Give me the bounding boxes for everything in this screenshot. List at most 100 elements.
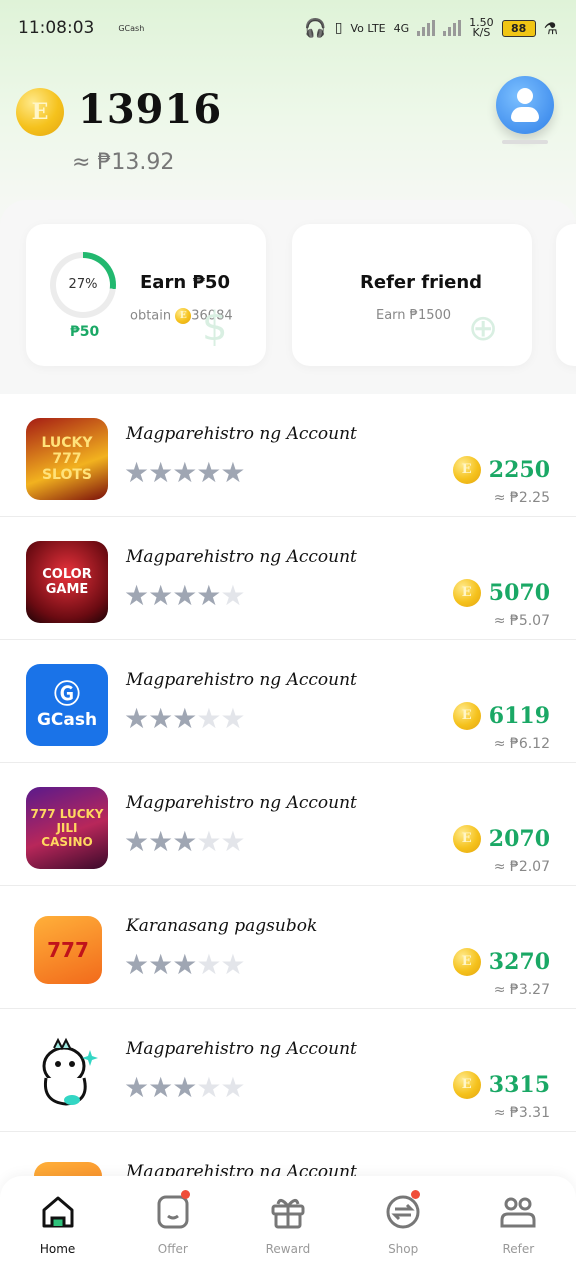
task-peso: ≈ ₱2.07 (493, 859, 550, 875)
tab-reward[interactable]: Reward (243, 1192, 333, 1280)
promo-cards-section: 27% ₱50 Earn ₱50 obtain E 36084 $ Refer f… (0, 200, 576, 390)
task-reward: E 3315 (452, 1071, 550, 1099)
task-coins: 2070 (488, 826, 550, 852)
gcash-logo-icon: Ⓖ (53, 680, 80, 710)
coin-icon: E (452, 702, 481, 730)
users-icon (500, 1197, 536, 1228)
app-icon-lucky-cat: 777 (34, 916, 102, 984)
task-reward: E 3270 (452, 948, 550, 976)
coin-icon: E (16, 88, 64, 136)
home-icon (42, 1196, 74, 1228)
task-title: Magparehistro ng Account (126, 424, 357, 444)
dinosaur-mascot-icon (42, 1037, 98, 1106)
headphones-icon: 🎧 (304, 17, 327, 39)
status-icons: 🎧 ▯ Vo LTE 4G 1.50 K/S 88 ⚗ (304, 17, 558, 39)
task-reward: E 2070 (452, 825, 550, 853)
coin-icon: E (452, 948, 481, 976)
task-peso: ≈ ₱3.27 (493, 982, 550, 998)
add-user-icon: ⊕ (468, 308, 499, 349)
app-icon-lucky-jili: 777 LUCKY JILI CASINO (26, 787, 108, 869)
list-item[interactable]: LUCKY 777 SLOTS Magparehistro ng Account… (0, 394, 576, 517)
bottom-tab-bar: Home Offer Reward Shop Refer (0, 1176, 576, 1280)
vibrate-icon: ▯ (334, 20, 343, 36)
task-peso: ≈ ₱6.12 (493, 736, 550, 752)
tab-refer[interactable]: Refer (473, 1192, 563, 1280)
task-reward: E 5070 (452, 579, 550, 607)
task-peso: ≈ ₱5.07 (493, 613, 550, 629)
tab-label: Shop (388, 1242, 419, 1256)
progress-reward-label: ₱50 (70, 324, 100, 340)
refer-card-sub: Earn ₱1500 (376, 308, 452, 323)
rating-stars: ★★★★★ (124, 579, 246, 612)
avatar-body-icon (511, 107, 539, 122)
app-icon-mascot (26, 1033, 108, 1115)
task-coins: 3315 (488, 1072, 550, 1098)
status-app-label: GCash (118, 23, 145, 33)
app-icon-text: COLOR GAME (42, 567, 92, 597)
list-item[interactable]: 777 Karanasang pagsubok ★★★★★ E 3270 ≈ ₱3… (0, 886, 576, 1009)
more-card-peek[interactable] (556, 224, 576, 366)
signal-icon (417, 20, 436, 36)
gift-icon (271, 1199, 305, 1229)
coin-icon: E (452, 456, 481, 484)
task-coins: 6119 (488, 703, 550, 729)
task-coins: 3270 (488, 949, 550, 975)
rating-stars: ★★★★★ (124, 948, 246, 981)
task-title: Magparehistro ng Account (126, 547, 357, 567)
task-reward: E 2250 (452, 456, 550, 484)
app-icon-text: LUCKY 777 SLOTS (41, 435, 93, 483)
network-type: 4G (393, 21, 410, 35)
task-reward: E 6119 (452, 702, 550, 730)
profile-avatar-button[interactable] (496, 76, 554, 144)
app-icon-lucky-slots: LUCKY 777 SLOTS (26, 418, 108, 500)
app-icon-text: GCash (36, 710, 98, 730)
flask-icon: ⚗ (543, 18, 558, 38)
task-title: Magparehistro ng Account (126, 1039, 357, 1059)
list-item[interactable]: 777 LUCKY JILI CASINO Magparehistro ng A… (0, 763, 576, 886)
list-item[interactable]: COLOR GAME Magparehistro ng Account ★★★★… (0, 517, 576, 640)
list-item[interactable]: Ⓖ GCash Magparehistro ng Account ★★★★★ E… (0, 640, 576, 763)
earn-card[interactable]: 27% ₱50 Earn ₱50 obtain E 36084 $ (26, 224, 266, 366)
task-title: Magparehistro ng Account (126, 793, 357, 813)
app-icon-text: 777 LUCKY JILI CASINO (30, 807, 104, 849)
tab-label: Home (39, 1242, 76, 1256)
obtain-label: obtain (130, 308, 172, 324)
money-stack-icon: $ (202, 304, 228, 350)
signal-icon-2 (443, 20, 462, 36)
progress-label: 27% (56, 258, 110, 312)
app-icon-gcash: Ⓖ GCash (26, 664, 108, 746)
coin-icon: E (452, 825, 481, 853)
avatar-head-icon (517, 88, 533, 104)
battery-icon: 88 (501, 19, 536, 37)
task-coins: 5070 (488, 580, 550, 606)
task-title: Magparehistro ng Account (126, 670, 357, 690)
tab-offer[interactable]: Offer (128, 1190, 218, 1280)
rating-stars: ★★★★★ (124, 456, 246, 489)
task-peso: ≈ ₱2.25 (493, 490, 550, 506)
coin-icon: E (175, 308, 192, 324)
tab-home[interactable]: Home (13, 1192, 103, 1280)
rating-stars: ★★★★★ (124, 702, 246, 735)
tab-label: Refer (502, 1242, 535, 1256)
task-peso: ≈ ₱3.31 (493, 1105, 550, 1121)
task-coins: 2250 (488, 457, 550, 483)
rating-stars: ★★★★★ (124, 825, 246, 858)
refer-card-title: Refer friend (360, 272, 483, 293)
tab-label: Offer (157, 1242, 188, 1256)
speed-unit: K/S (472, 26, 491, 39)
coin-balance: 13916 (78, 86, 223, 133)
progress-ring: 27% (50, 252, 116, 318)
task-title: Karanasang pagsubok (126, 916, 318, 936)
tab-shop[interactable]: Shop (358, 1190, 448, 1280)
tab-label: Reward (265, 1242, 311, 1256)
coin-icon: E (452, 579, 481, 607)
refer-card[interactable]: Refer friend Earn ₱1500 ⊕ (292, 224, 532, 366)
peso-balance: ≈ ₱13.92 (72, 150, 175, 175)
list-item[interactable]: Magparehistro ng Account ★★★★★ E 3315 ≈ ₱… (0, 1009, 576, 1132)
task-list: LUCKY 777 SLOTS Magparehistro ng Account… (0, 394, 576, 1255)
status-bar: 11:08:03 GCash 🎧 ▯ Vo LTE 4G 1.50 K/S 88… (0, 0, 576, 56)
status-time: 11:08:03 (18, 18, 95, 38)
notification-dot (180, 1190, 190, 1199)
app-icon-text: 777 (47, 938, 89, 962)
rating-stars: ★★★★★ (124, 1071, 246, 1104)
